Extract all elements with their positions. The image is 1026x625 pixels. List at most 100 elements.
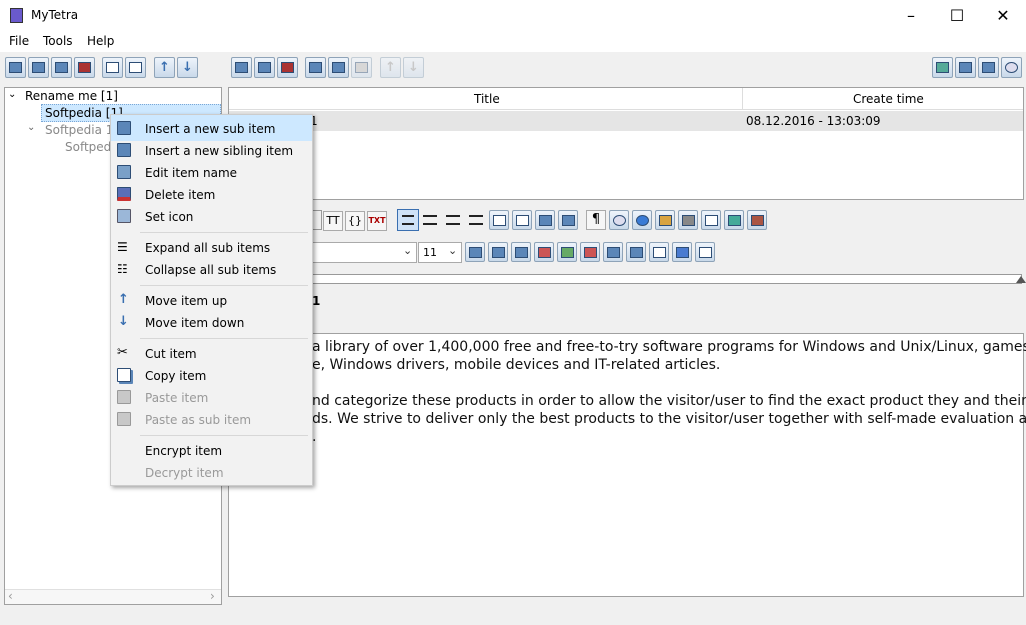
app-logo-icon [10,8,23,23]
menu-item-cut[interactable]: Cut item [145,347,197,361]
toggle-panel-button[interactable] [724,210,744,230]
expand-icon [106,62,119,73]
delete-icon [117,187,131,201]
column-divider[interactable] [742,88,743,110]
minimize-button[interactable]: – [888,0,934,31]
record-move-down-button[interactable]: ↓ [403,57,424,78]
table-properties-button[interactable] [649,242,669,262]
column-title-header[interactable]: Title [474,92,500,106]
align-justify-button[interactable] [466,210,486,230]
table-add-column-button[interactable] [557,242,577,262]
find-in-text-button[interactable] [609,210,629,230]
cut-record-button[interactable] [305,57,326,78]
bullet-list-button[interactable] [512,210,532,230]
menu-item-paste[interactable]: Paste item [145,391,208,405]
goto-note-button[interactable] [978,57,999,78]
search-button[interactable] [1001,57,1022,78]
table-remove-column-button[interactable] [580,242,600,262]
settings-button[interactable] [678,210,698,230]
scroll-right-icon[interactable]: › [210,589,215,603]
menu-item-collapse-all[interactable]: Collapse all sub items [145,263,276,277]
menu-file[interactable]: File [9,34,29,48]
menu-item-decrypt[interactable]: Decrypt item [145,466,224,480]
menu-item-move-down[interactable]: Move item down [145,316,244,330]
insert-sub-icon [117,121,131,135]
menu-separator [140,232,308,233]
table-edit-button[interactable] [488,242,508,262]
insert-table-button[interactable] [465,242,485,262]
sync-button[interactable] [932,57,953,78]
insert-link-button[interactable] [632,210,652,230]
record-move-up-button[interactable]: ↑ [380,57,401,78]
collapse-all-button[interactable] [125,57,146,78]
tree-item-softpedia-1[interactable]: Softpedia 1 [45,123,113,137]
add-note-button[interactable] [955,57,976,78]
table-add-row-button[interactable] [511,242,531,262]
splitter-handle-icon[interactable] [1016,276,1026,283]
menu-item-expand-all[interactable]: Expand all sub items [145,241,270,255]
fullscreen-button[interactable] [701,210,721,230]
delete-record-button[interactable] [277,57,298,78]
arrow-down-icon: ↓ [182,60,193,75]
monospace-button[interactable]: TT [323,211,343,231]
line-break-button[interactable] [695,242,715,262]
numbered-list-button[interactable] [489,210,509,230]
table-remove-row-button[interactable] [534,242,554,262]
expand-icon: ☰ [117,240,128,254]
menu-item-encrypt[interactable]: Encrypt item [145,444,222,458]
edit-record-button[interactable] [254,57,275,78]
outdent-button[interactable] [558,210,578,230]
expand-all-button[interactable] [102,57,123,78]
indent-button[interactable] [535,210,555,230]
edit-record-icon [258,62,271,73]
column-create-time-header[interactable]: Create time [853,92,924,106]
collapse-icon: ☷ [117,262,128,276]
table-merge-button[interactable] [603,242,623,262]
tree-item-rename-me[interactable]: Rename me [1] [25,89,118,103]
menu-item-insert-sibling[interactable]: Insert a new sibling item [145,144,293,158]
chevron-down-icon[interactable]: ⌄ [8,89,16,100]
code-button[interactable]: {} [345,211,365,231]
insert-symbol-button[interactable] [672,242,692,262]
font-family-select[interactable] [310,242,417,263]
menu-item-set-icon[interactable]: Set icon [145,210,193,224]
menu-item-insert-sub[interactable]: Insert a new sub item [145,122,275,136]
edit-item-name-button[interactable] [51,57,72,78]
show-formatting-button[interactable]: ¶ [586,210,606,230]
align-left-button[interactable] [397,209,419,231]
insert-sibling-item-button[interactable] [28,57,49,78]
menu-item-copy[interactable]: Copy item [145,369,206,383]
align-right-button[interactable] [443,210,463,230]
insert-sub-item-button[interactable] [5,57,26,78]
move-up-button[interactable]: ↑ [154,57,175,78]
table-remove-column-icon [583,247,597,258]
menu-item-paste-sub[interactable]: Paste as sub item [145,413,251,427]
menu-bar [0,32,1026,52]
menu-item-edit-name[interactable]: Edit item name [145,166,237,180]
insert-image-button[interactable] [655,210,675,230]
table-row[interactable] [229,111,1023,131]
close-button[interactable]: ✕ [980,0,1026,31]
delete-item-button[interactable] [74,57,95,78]
menu-item-delete[interactable]: Delete item [145,188,215,202]
maximize-button[interactable]: ☐ [934,0,980,31]
copy-icon [332,62,345,73]
image-icon [117,209,131,223]
move-down-button[interactable]: ↓ [177,57,198,78]
paste-record-button[interactable] [351,57,372,78]
table-split-button[interactable] [626,242,646,262]
clear-format-button[interactable]: TXT [367,211,387,231]
chevron-down-icon: ⌄ [403,244,413,257]
menu-item-move-up[interactable]: Move item up [145,294,227,308]
tags-field[interactable] [310,274,1022,284]
copy-record-button[interactable] [328,57,349,78]
attach-button[interactable] [747,210,767,230]
align-center-button[interactable] [420,210,440,230]
menu-help[interactable]: Help [87,34,114,48]
scroll-left-icon[interactable]: ‹ [8,589,13,603]
record-title: 1 [312,294,321,308]
menu-tools[interactable]: Tools [43,34,73,48]
add-record-button[interactable] [231,57,252,78]
chevron-down-icon[interactable]: ⌄ [27,122,35,133]
tree-horizontal-scrollbar[interactable] [5,589,221,604]
